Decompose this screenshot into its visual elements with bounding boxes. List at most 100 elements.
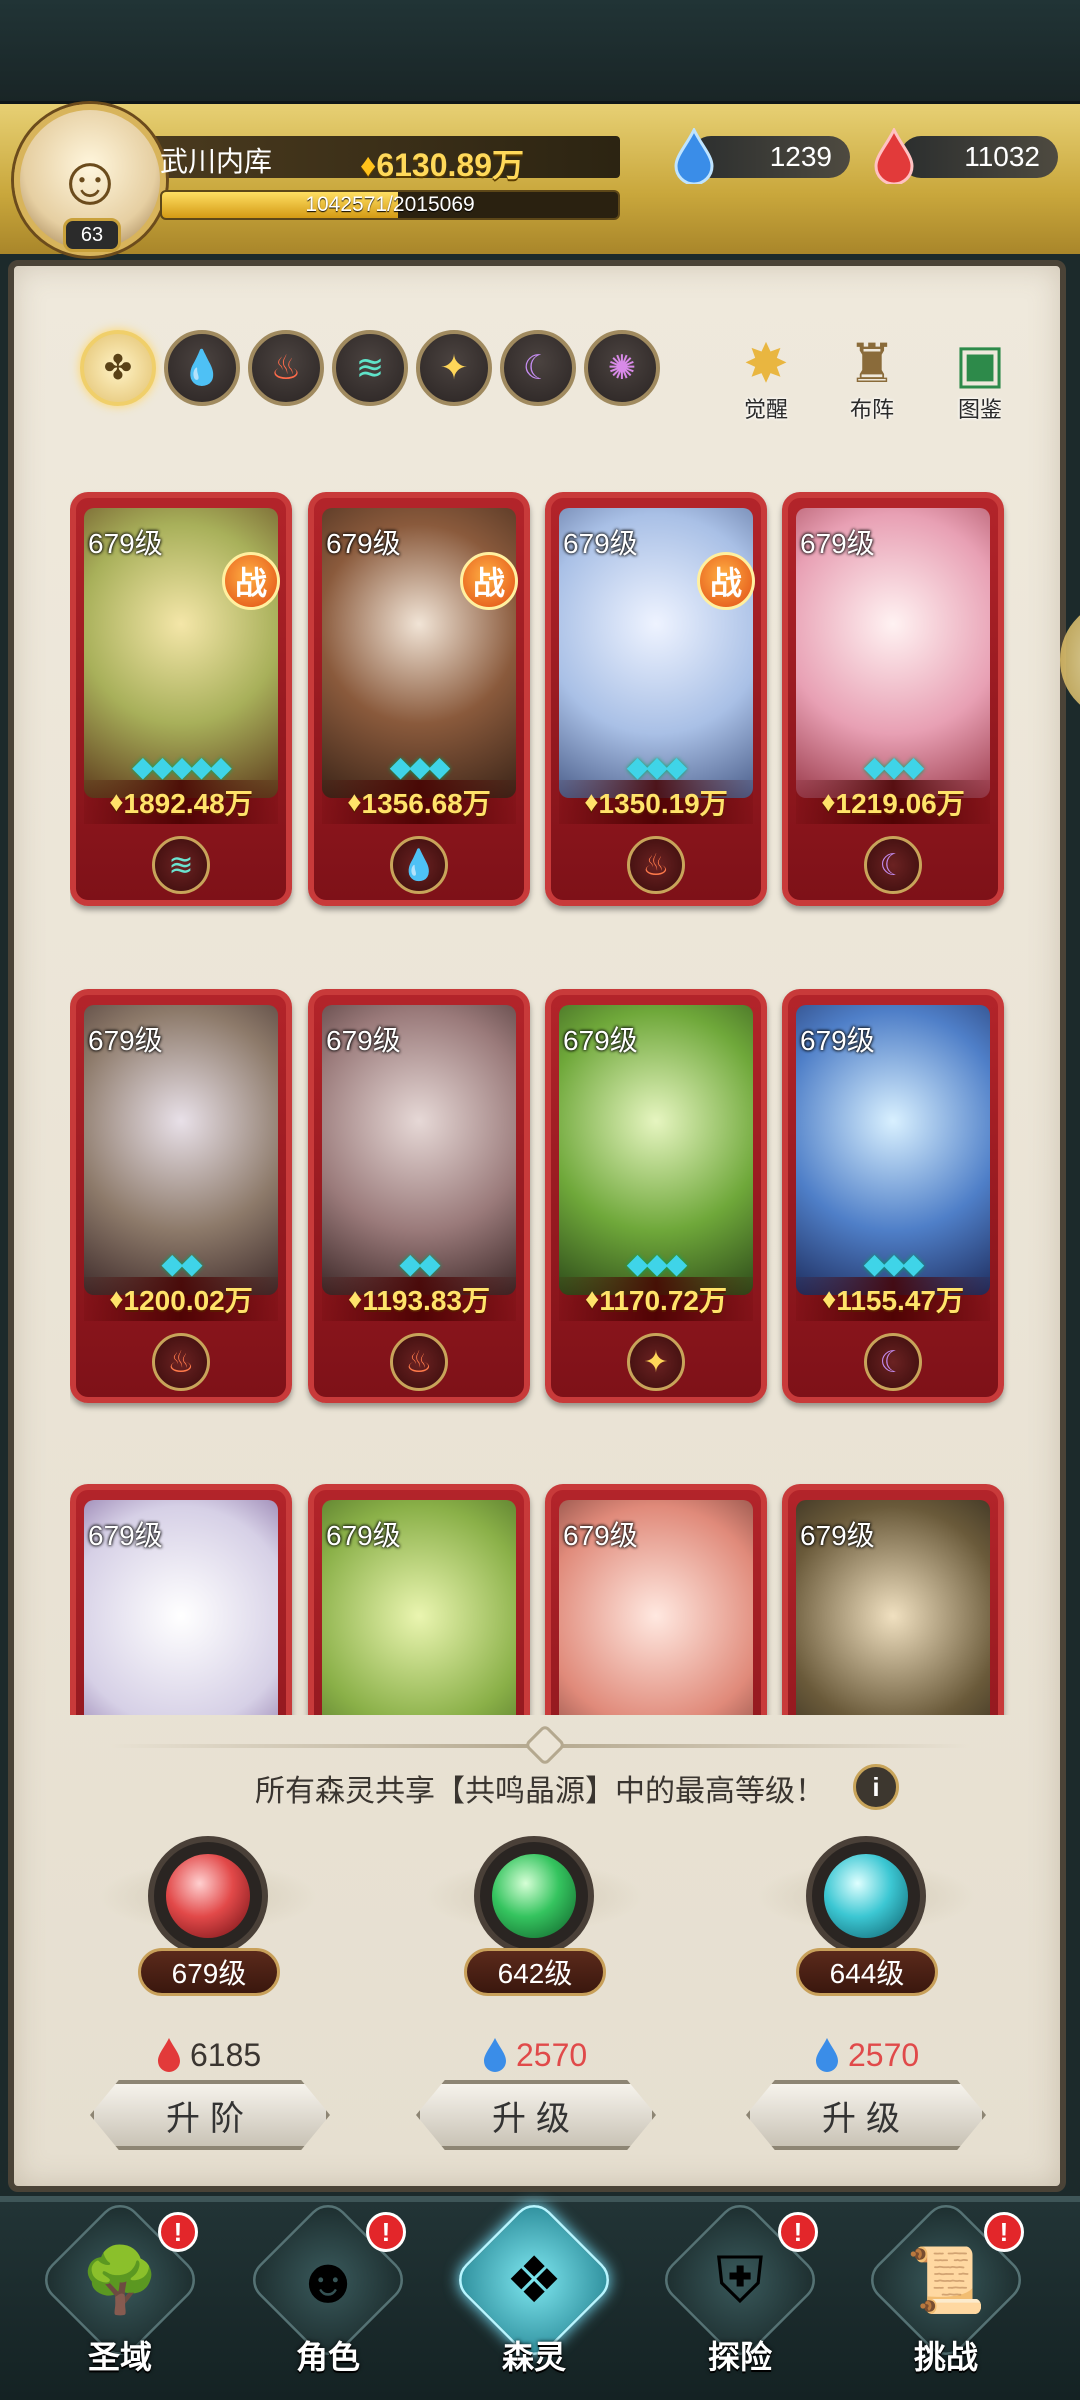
nav-item[interactable]: 📜 挑战! xyxy=(856,2195,1036,2390)
spirit-card[interactable]: 679级战 ◆◆◆ ♦ 1350.19万 ♨ xyxy=(545,480,767,920)
crystal-level: 642级 xyxy=(464,1948,606,1996)
power-icon: ♦ xyxy=(585,1283,600,1314)
wind-element-icon: ≋ xyxy=(152,836,210,894)
card-level: 679级 xyxy=(563,528,638,559)
forest-spirit-icon: ❖ xyxy=(505,2243,563,2316)
red-drop-icon xyxy=(158,2038,180,2072)
power-value: 1219.06万 xyxy=(835,788,965,819)
nav-label: 角色 xyxy=(295,2339,360,2375)
power-icon: ♦ xyxy=(109,786,124,817)
light-element-icon: ✦ xyxy=(627,1333,685,1391)
exp-bar: 1042571/2015069 xyxy=(160,190,620,220)
blue-drop-value: 1239 xyxy=(769,141,832,172)
tab-all[interactable]: ✤ xyxy=(80,330,156,406)
power-value: 1155.47万 xyxy=(836,1285,964,1316)
gold-value: 6130.89万 xyxy=(376,147,525,183)
card-level: 679级 xyxy=(563,1025,638,1056)
fire-element-icon: ♨ xyxy=(627,836,685,894)
card-power: ♦ 1200.02万 xyxy=(84,1277,278,1321)
card-stars: ◆◆◆ xyxy=(863,1248,925,1279)
info-button[interactable]: i xyxy=(853,1764,899,1810)
spirit-card[interactable]: 679级 xyxy=(308,1472,530,1715)
upgrade-button[interactable]: 升级 xyxy=(416,2080,656,2150)
spirit-card[interactable]: 679级 xyxy=(545,1472,767,1715)
spirit-card-grid: 679级战 ◆◆◆◆◆ ♦ 1892.48万 ≋ 679级战 ◆◆◆ ♦ 1356.68万 💧 67… xyxy=(70,480,1016,1715)
blue-crystal-orb xyxy=(824,1854,908,1938)
crystal-cost: 2570 xyxy=(482,2034,587,2076)
spirit-card[interactable]: 679级 ◆◆ ♦ 1200.02万 ♨ xyxy=(70,977,292,1417)
card-power: ♦ 1193.83万 xyxy=(322,1277,516,1321)
card-stars: ◆◆◆ xyxy=(863,751,925,782)
cost-value: 2570 xyxy=(848,2036,920,2073)
crystal-cost: 2570 xyxy=(814,2034,919,2076)
card-stars: ◆◆◆ xyxy=(389,751,451,782)
card-stars: ◆◆ xyxy=(399,1248,440,1279)
tab-fire[interactable]: ♨ xyxy=(248,330,324,406)
spirit-card[interactable]: 679级战 ◆◆◆ ♦ 1356.68万 💧 xyxy=(308,480,530,920)
tab-dark[interactable]: ☾ xyxy=(500,330,576,406)
red-drop-counter[interactable]: 11032 xyxy=(900,136,1058,178)
power-value: 1193.83万 xyxy=(362,1285,490,1316)
spirit-card[interactable]: 679级 ◆◆ ♦ 1193.83万 ♨ xyxy=(308,977,530,1417)
card-power: ♦ 1356.68万 xyxy=(322,780,516,824)
power-value: 1170.72万 xyxy=(599,1285,727,1316)
formation-label: 布阵 xyxy=(849,397,894,422)
codex-button[interactable]: ▣ 图鉴 xyxy=(930,326,1030,426)
spirit-card[interactable]: 679级 xyxy=(782,1472,1004,1715)
card-level: 679级 xyxy=(326,1520,401,1551)
swirl-icon: ✺ xyxy=(607,349,637,387)
power-icon: ♦ xyxy=(822,1283,837,1314)
advance-button[interactable]: 升阶 xyxy=(90,2080,330,2150)
power-value: 1350.19万 xyxy=(598,788,728,819)
awaken-label: 觉醒 xyxy=(743,397,788,422)
spirit-card[interactable]: 679级战 ◆◆◆◆◆ ♦ 1892.48万 ≋ xyxy=(70,480,292,920)
spirit-card[interactable]: 679级 ◆◆◆ ♦ 1219.06万 ☾ xyxy=(782,480,1004,920)
nav-item[interactable]: ☻ 角色! xyxy=(238,2195,418,2390)
power-value: 1200.02万 xyxy=(123,1285,253,1316)
dark-element-icon: ☾ xyxy=(864,836,922,894)
crystal-level: 644级 xyxy=(796,1948,938,1996)
red-drop-value: 11032 xyxy=(964,141,1040,172)
alert-badge: ! xyxy=(366,2212,406,2252)
nav-item[interactable]: ⛨ 探险! xyxy=(650,2195,830,2390)
in-battle-badge: 战 xyxy=(460,552,518,610)
card-power: ♦ 1219.06万 xyxy=(796,780,990,824)
character-icon: ☻ xyxy=(294,2244,362,2316)
tab-light[interactable]: ✦ xyxy=(416,330,492,406)
spirit-card[interactable]: 679级 ◆◆◆ ♦ 1170.72万 ✦ xyxy=(545,977,767,1417)
card-level: 679级 xyxy=(800,528,875,559)
nav-item[interactable]: ❖ 森灵 xyxy=(444,2195,624,2390)
gold-amount: ♦6130.89万 xyxy=(360,140,524,186)
card-level: 679级 xyxy=(88,1520,163,1551)
upgrade-button[interactable]: 升级 xyxy=(746,2080,986,2150)
exp-text: 1042571/2015069 xyxy=(305,193,475,216)
spirit-card[interactable]: 679级 xyxy=(70,1472,292,1715)
game-screen: ☺ 63 武川内库 ♦6130.89万 1042571/2015069 1239… xyxy=(0,0,1080,2400)
tab-chaos[interactable]: ✺ xyxy=(584,330,660,406)
moon-icon: ☾ xyxy=(522,349,554,387)
awaken-button[interactable]: ✸ 觉醒 xyxy=(716,326,816,426)
card-power: ♦ 1155.47万 xyxy=(796,1277,990,1321)
tab-wind[interactable]: ≋ xyxy=(332,330,408,406)
card-stars: ◆◆ xyxy=(161,1248,202,1279)
tab-water[interactable]: 💧 xyxy=(164,330,240,406)
red-drop-icon xyxy=(874,128,914,184)
wind-icon: ≋ xyxy=(355,349,385,387)
cost-value: 6185 xyxy=(190,2036,262,2073)
nav-label: 圣域 xyxy=(87,2339,152,2375)
power-icon: ♦ xyxy=(109,1283,124,1314)
section-divider xyxy=(110,1723,970,1767)
card-level: 679级 xyxy=(563,1520,638,1551)
card-level: 679级 xyxy=(326,1025,401,1056)
water-icon: 💧 xyxy=(180,349,224,387)
dark-element-icon: ☾ xyxy=(864,1333,922,1391)
all-icon: ✤ xyxy=(103,349,133,387)
formation-button[interactable]: ♜ 布阵 xyxy=(822,326,922,426)
card-level: 679级 xyxy=(800,1520,875,1551)
card-power: ♦ 1170.72万 xyxy=(559,1277,753,1321)
alert-badge: ! xyxy=(778,2212,818,2252)
top-decoration xyxy=(0,0,1080,104)
spirit-card[interactable]: 679级 ◆◆◆ ♦ 1155.47万 ☾ xyxy=(782,977,1004,1417)
card-level: 679级 xyxy=(88,528,163,559)
nav-item[interactable]: 🌳 圣域! xyxy=(30,2195,210,2390)
